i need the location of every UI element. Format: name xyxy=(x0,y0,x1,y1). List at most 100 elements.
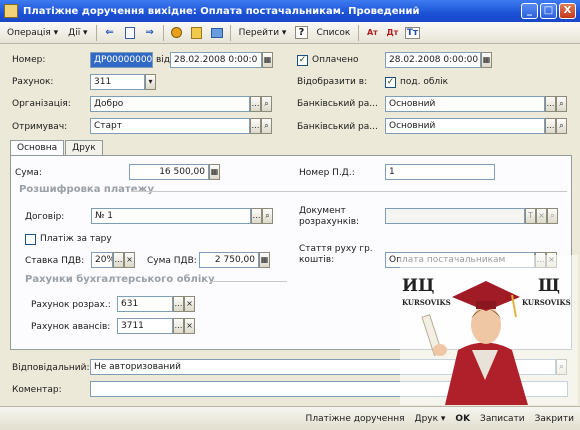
select-button[interactable]: … xyxy=(250,118,261,134)
search-icon[interactable]: ⌕ xyxy=(556,96,567,112)
responsible-label: Відповідальний: xyxy=(12,363,90,373)
clear-icon[interactable]: × xyxy=(184,318,195,334)
sum-field[interactable]: 16 500,00 xyxy=(129,164,209,180)
report-icon[interactable] xyxy=(188,24,206,42)
chevron-down-icon[interactable]: ▾ xyxy=(145,74,156,90)
settlement-doc-label: Документ розрахунків: xyxy=(299,206,360,227)
number-field[interactable]: ДР00000000 xyxy=(90,52,153,68)
title-bar: Платіжне доручення вихідне: Оплата поста… xyxy=(0,0,580,22)
tab-print[interactable]: Друк xyxy=(65,140,103,156)
payment-section-title: Розшифровка платежу xyxy=(19,184,154,195)
paid-date-field[interactable]: 28.02.2008 0:00:00 xyxy=(385,52,481,68)
help-button[interactable]: ? xyxy=(292,24,310,42)
paid-checkbox[interactable]: ✓ xyxy=(297,55,308,66)
from-label: від xyxy=(156,55,171,65)
select-button[interactable]: … xyxy=(250,96,261,112)
bank-account2-field[interactable]: Основний xyxy=(385,118,545,134)
recipient-label: Отримувач: xyxy=(12,122,68,132)
select-button[interactable]: … xyxy=(173,318,184,334)
tab-strip: Основна Друк xyxy=(10,140,104,156)
calculator-icon[interactable]: ▦ xyxy=(209,164,220,180)
pd-number-label: Номер П.Д.: xyxy=(299,168,355,178)
stamp-left-text: ИЦ xyxy=(402,276,435,296)
settle-account-label: Рахунок розрах.: xyxy=(31,300,111,310)
actions-menu[interactable]: Дії ▾ xyxy=(64,24,91,42)
sum-label: Сума: xyxy=(15,168,42,178)
forward-icon[interactable]: ⇒ xyxy=(141,24,159,42)
account-field[interactable]: 311 xyxy=(90,74,145,90)
date-field[interactable]: 28.02.2008 0:00:0 xyxy=(170,52,262,68)
list-button[interactable]: Список xyxy=(312,24,354,42)
minimize-button[interactable]: _ xyxy=(521,3,538,19)
select-button[interactable]: … xyxy=(113,252,124,268)
doc-print-button[interactable]: Платіжне доручення xyxy=(306,414,405,424)
select-button[interactable]: … xyxy=(251,208,262,224)
recipient-field[interactable]: Старт xyxy=(90,118,250,134)
stamp-right-text: Щ xyxy=(538,276,560,296)
dt-kt-plus-icon[interactable]: Дт xyxy=(383,24,401,42)
search-icon[interactable]: ⌕ xyxy=(261,118,272,134)
calculator-icon[interactable]: ▦ xyxy=(259,252,270,268)
ok-button[interactable]: OK xyxy=(455,414,470,424)
document-icon xyxy=(4,4,18,18)
toolbar-separator xyxy=(229,24,231,41)
tt-icon[interactable]: Тт xyxy=(403,24,421,42)
contract-label: Договір: xyxy=(25,212,65,222)
paid-label: Оплачено xyxy=(312,55,359,65)
toolbar-separator xyxy=(358,24,360,41)
toolbar: Операція ▾ Дії ▾ ⇐ ⇒ Перейти ▾ ? Список … xyxy=(0,22,580,44)
search-icon[interactable]: ⌕ xyxy=(262,208,273,224)
organization-field[interactable]: Добро xyxy=(90,96,250,112)
tax-accounting-checkbox[interactable]: ✓ xyxy=(385,77,396,88)
clear-icon[interactable]: × xyxy=(536,208,547,224)
watermark-stamp: ИЦ KURSOVIKS Щ KURSOVIKS xyxy=(400,255,578,405)
accounts-section-title: Рахунки бухгалтерського обліку xyxy=(25,274,215,285)
maximize-button[interactable]: □ xyxy=(540,3,557,19)
back-icon[interactable]: ⇐ xyxy=(101,24,119,42)
select-button[interactable]: … xyxy=(545,96,556,112)
settlement-doc-field[interactable] xyxy=(385,208,525,224)
advance-account-field[interactable]: 3711 xyxy=(117,318,173,334)
clear-icon[interactable]: × xyxy=(184,296,195,312)
structure-icon[interactable] xyxy=(208,24,226,42)
bank-account1-field[interactable]: Основний xyxy=(385,96,545,112)
vat-sum-label: Сума ПДВ: xyxy=(147,256,197,266)
pd-number-field[interactable]: 1 xyxy=(385,164,495,180)
tab-main[interactable]: Основна xyxy=(10,140,65,156)
dt-kt-icon[interactable]: Aт xyxy=(363,24,381,42)
print-menu[interactable]: Друк ▾ xyxy=(415,414,446,424)
search-icon[interactable]: ⌕ xyxy=(547,208,558,224)
clear-icon[interactable]: × xyxy=(124,252,135,268)
tare-label: Платіж за тару xyxy=(40,234,112,244)
vat-rate-field[interactable]: 20% xyxy=(91,252,113,268)
account-label: Рахунок: xyxy=(12,77,54,87)
close-form-button[interactable]: Закрити xyxy=(535,414,574,424)
post-icon[interactable] xyxy=(168,24,186,42)
search-icon[interactable]: ⌕ xyxy=(556,118,567,134)
window-title: Платіжне доручення вихідне: Оплата поста… xyxy=(23,5,420,17)
search-icon[interactable]: ⌕ xyxy=(261,96,272,112)
action-bar: Платіжне доручення Друк ▾ OK Записати За… xyxy=(0,406,580,430)
type-icon[interactable]: T xyxy=(525,208,536,224)
stamp-left-sub: KURSOVIKS xyxy=(402,298,451,307)
stamp-right-sub: KURSOVIKS xyxy=(522,298,571,307)
goto-menu[interactable]: Перейти ▾ xyxy=(235,24,291,42)
select-button[interactable]: … xyxy=(545,118,556,134)
graduate-watermark-icon: ИЦ KURSOVIKS Щ KURSOVIKS xyxy=(400,255,578,405)
save-button[interactable]: Записати xyxy=(480,414,525,424)
tare-checkbox[interactable] xyxy=(25,234,36,245)
comment-label: Коментар: xyxy=(12,385,62,395)
vat-sum-field[interactable]: 2 750,00 xyxy=(199,252,259,268)
close-button[interactable]: X xyxy=(559,3,576,19)
section-divider xyxy=(131,191,567,192)
vat-rate-label: Ставка ПДВ: xyxy=(25,256,85,266)
toolbar-separator xyxy=(162,24,164,41)
tax-accounting-label: под. облік xyxy=(400,77,449,87)
operation-menu[interactable]: Операція ▾ xyxy=(3,24,62,42)
select-button[interactable]: … xyxy=(173,296,184,312)
contract-field[interactable]: № 1 xyxy=(91,208,251,224)
calendar-icon[interactable]: ▦ xyxy=(262,52,273,68)
doc-icon[interactable] xyxy=(121,24,139,42)
settle-account-field[interactable]: 631 xyxy=(117,296,173,312)
calendar-icon[interactable]: ▦ xyxy=(481,52,492,68)
